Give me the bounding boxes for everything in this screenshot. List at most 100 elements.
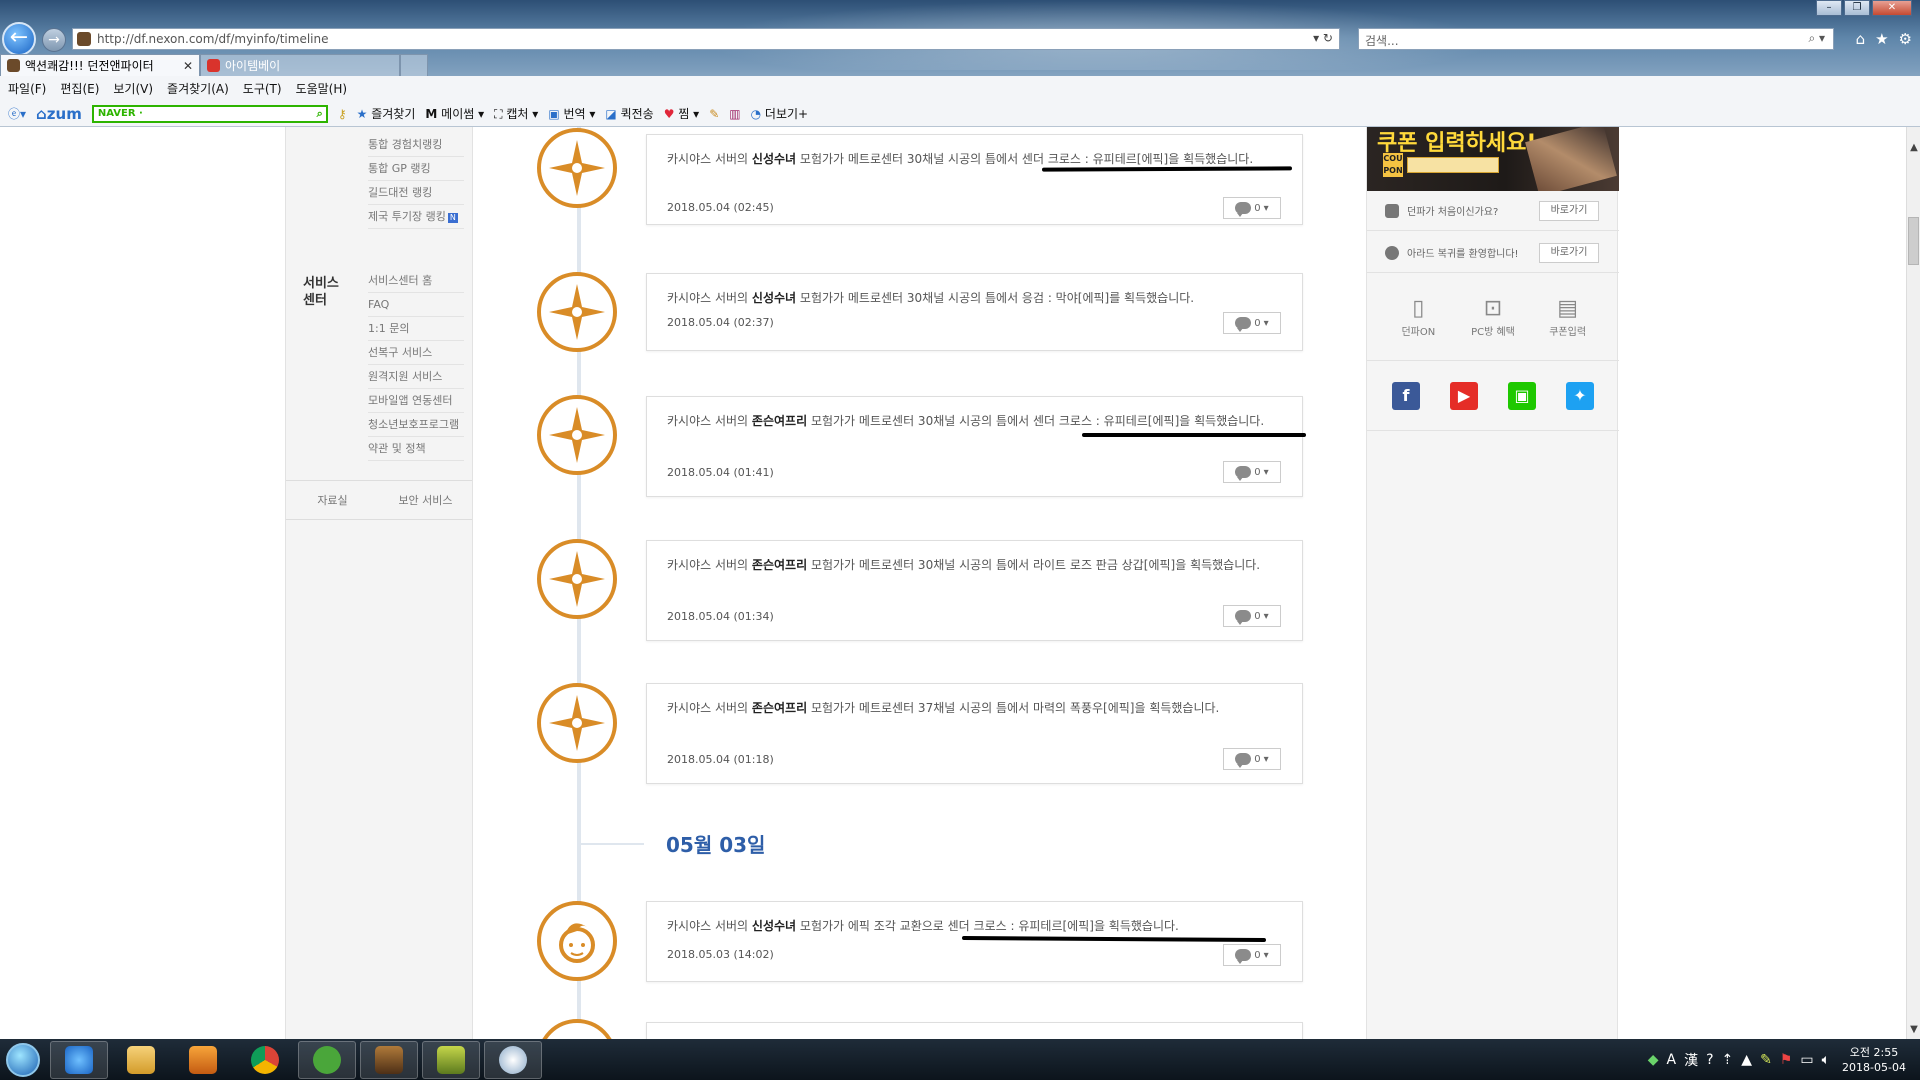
sidebar-item-exp-ranking[interactable]: 통합 경험치랭킹 [368, 133, 464, 157]
gear-icon[interactable]: ⚙ [1899, 30, 1912, 48]
sidebar-item-youth-protection[interactable]: 청소년보호프로그램 [368, 413, 464, 437]
character-name[interactable]: 신성수녀 [752, 291, 796, 305]
toolbar-capture[interactable]: ⛶ 캡처 ▾ [494, 105, 538, 122]
new-tab-button[interactable] [400, 54, 428, 76]
scroll-up-icon[interactable]: ▲ [1907, 141, 1920, 155]
ime-hanja-indicator[interactable]: 漢 [1684, 1050, 1698, 1070]
start-button[interactable] [0, 1039, 46, 1080]
home-icon[interactable]: ⌂ [1856, 30, 1866, 48]
taskbar-explorer[interactable] [112, 1041, 170, 1079]
coupon-badge: COU PON [1383, 153, 1403, 177]
tab-itembay[interactable]: 아이템베이 [200, 54, 400, 76]
taskbar-install[interactable] [422, 1040, 480, 1079]
tab-dnf[interactable]: 액션쾌감!!! 던전앤파이터 ✕ [0, 54, 200, 76]
character-name[interactable]: 존슨여프리 [752, 414, 807, 428]
menu-favorites[interactable]: 즐겨찾기(A) [167, 80, 229, 97]
volume-icon[interactable]: 🔈︎ [1822, 1052, 1830, 1068]
security-service-link[interactable]: 보안 서비스 [379, 481, 472, 519]
search-icon[interactable]: ⌕ ▾ [1808, 31, 1825, 46]
character-name[interactable]: 존슨여프리 [752, 701, 807, 715]
taskbar-ie[interactable] [50, 1040, 108, 1079]
facebook-icon[interactable]: f [1392, 381, 1420, 410]
search-icon[interactable]: ⌕ [317, 107, 323, 121]
system-clock[interactable]: 오전 2:55 2018-05-04 [1838, 1045, 1910, 1075]
favorites-star-icon[interactable]: ★ [1875, 30, 1888, 48]
scrollbar-thumb[interactable] [1908, 217, 1919, 265]
menu-help[interactable]: 도움말(H) [296, 80, 348, 97]
sidebar-item-arena-ranking[interactable]: 제국 투기장 랭킹 N [368, 205, 464, 229]
ie-logo-icon[interactable]: ⓔ▾ [8, 105, 26, 122]
entry-date: 2018.05.04 (02:45) [667, 201, 774, 214]
scroll-down-icon[interactable]: ▼ [1907, 1023, 1920, 1037]
taskbar-media[interactable] [174, 1041, 232, 1079]
ranking-list: 통합 경험치랭킹 통합 GP 랭킹 길드대전 랭킹 제국 투기장 랭킹 N [368, 133, 464, 229]
quick-coupon[interactable]: ▤ 쿠폰입력 [1538, 281, 1598, 360]
quick-pc-bang[interactable]: ⊡ PC방 혜택 [1463, 281, 1523, 360]
menu-tools[interactable]: 도구(T) [243, 80, 282, 97]
addon-toolbar: ⓔ▾ ⌂zum NAVER · ⌕ ⚷ ★ 즐겨찾기 M 메이썸 ▾ ⛶ 캡처 … [0, 101, 1920, 127]
sidebar-item-terms[interactable]: 약관 및 정책 [368, 437, 464, 461]
archive-link[interactable]: 자료실 [286, 481, 379, 519]
comment-button[interactable]: 0 ▾ [1223, 197, 1281, 219]
twitter-icon[interactable]: ✦ [1566, 381, 1594, 410]
close-window-button[interactable]: ✕ [1872, 0, 1912, 16]
sidebar-item-mobile-app[interactable]: 모바일앱 연동센터 [368, 389, 464, 413]
tab-close-icon[interactable]: ✕ [183, 59, 193, 73]
sidebar-item-remote-support[interactable]: 원격지원 서비스 [368, 365, 464, 389]
comment-button[interactable]: 0 ▾ [1223, 312, 1281, 334]
sidebar-item-service-home[interactable]: 서비스센터 홈 [368, 269, 464, 293]
monitor-icon[interactable]: ▭ [1800, 1052, 1813, 1068]
shield-icon[interactable]: ◆ [1648, 1052, 1659, 1068]
key-icon[interactable]: ⚷ [338, 107, 347, 121]
sidebar-item-recovery[interactable]: 선복구 서비스 [368, 341, 464, 365]
sidebar-item-faq[interactable]: FAQ [368, 293, 464, 317]
comment-button[interactable]: 0 ▾ [1223, 605, 1281, 627]
vertical-scrollbar[interactable]: ▲ ▼ [1906, 127, 1920, 1039]
address-bar[interactable]: http://df.nexon.com/df/myinfo/timeline ▾… [72, 28, 1340, 50]
sidebar-item-gp-ranking[interactable]: 통합 GP 랭킹 [368, 157, 464, 181]
character-name[interactable]: 신성수녀 [752, 919, 796, 933]
comment-button[interactable]: 0 ▾ [1223, 944, 1281, 966]
coupon-banner[interactable]: 쿠폰 입력하세요! COU PON [1367, 127, 1619, 191]
toolbar-more[interactable]: ◔ 더보기+ [751, 105, 809, 122]
ime-lang-indicator[interactable]: A [1667, 1052, 1677, 1068]
book-icon[interactable]: ▥ [729, 107, 740, 121]
menu-file[interactable]: 파일(F) [8, 80, 46, 97]
minimize-button[interactable]: – [1816, 0, 1842, 16]
help-icon[interactable]: ? [1706, 1052, 1713, 1068]
naver-search-input[interactable]: NAVER · ⌕ [91, 104, 328, 123]
naver-tv-icon[interactable]: ▣ [1508, 381, 1536, 410]
quick-dnf-on[interactable]: ▯ 던파ON [1388, 281, 1448, 360]
broom-icon[interactable]: ✎ [709, 107, 719, 121]
toolbar-jjim[interactable]: ♥ 찜 ▾ [664, 105, 699, 122]
toolbar-quicksend[interactable]: ◪ 퀵전송 [605, 105, 653, 122]
taskbar-paint[interactable] [484, 1040, 542, 1079]
character-name[interactable]: 신성수녀 [752, 152, 796, 166]
comment-button[interactable]: 0 ▾ [1223, 748, 1281, 770]
forward-button[interactable]: → [42, 28, 66, 52]
refresh-icon[interactable]: ▾ ↻ [1313, 31, 1333, 45]
youtube-icon[interactable]: ▶ [1450, 381, 1478, 410]
taskbar-dnf[interactable] [360, 1040, 418, 1079]
flag-icon[interactable]: ⚑ [1780, 1052, 1793, 1068]
sidebar-item-inquiry[interactable]: 1:1 문의 [368, 317, 464, 341]
pen-icon[interactable]: ✎ [1760, 1052, 1772, 1068]
toolbar-translate[interactable]: ▣ 번역 ▾ [548, 105, 595, 122]
taskbar-chrome[interactable] [236, 1041, 294, 1079]
taskbar-utorrent[interactable] [298, 1040, 356, 1079]
tray-expand-icon[interactable]: ▲ [1741, 1052, 1752, 1068]
toolbar-maple[interactable]: M 메이썸 ▾ [425, 105, 484, 122]
toolbar-favorites[interactable]: ★ 즐겨찾기 [357, 105, 416, 122]
network-icon[interactable]: ⇡ [1722, 1052, 1734, 1068]
menu-edit[interactable]: 편집(E) [60, 80, 99, 97]
back-button[interactable]: ← [2, 22, 36, 56]
returning-go-button[interactable]: 바로가기 [1539, 243, 1599, 263]
browser-search-input[interactable]: 검색... ⌕ ▾ [1358, 28, 1834, 50]
menu-view[interactable]: 보기(V) [113, 80, 153, 97]
zum-logo[interactable]: ⌂zum [36, 105, 82, 123]
beginner-go-button[interactable]: 바로가기 [1539, 201, 1599, 221]
sidebar-item-guild-ranking[interactable]: 길드대전 랭킹 [368, 181, 464, 205]
character-name[interactable]: 존슨여프리 [752, 558, 807, 572]
comment-button[interactable]: 0 ▾ [1223, 461, 1281, 483]
maximize-button[interactable]: ❐ [1844, 0, 1870, 16]
